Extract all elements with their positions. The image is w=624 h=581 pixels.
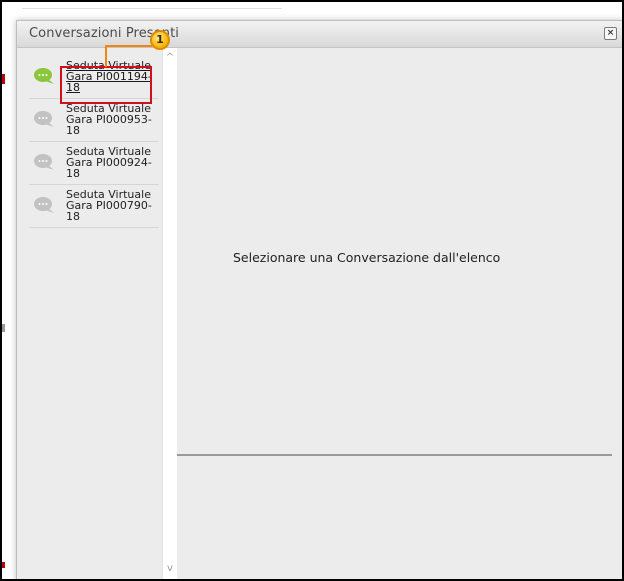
close-button[interactable]: ×: [604, 27, 617, 40]
dialog-titlebar: Conversazioni Presenti ×: [17, 21, 622, 48]
conversation-item-label[interactable]: Seduta Virtuale Gara PI000790-18: [66, 189, 152, 222]
highlight-box: [60, 66, 152, 104]
screenshot-frame: Conversazioni Presenti × Seduta Virtuale…: [0, 0, 624, 581]
conversation-item-label[interactable]: Seduta Virtuale Gara PI000924-18: [66, 146, 152, 179]
content-divider: [177, 454, 612, 456]
scroll-up-arrow[interactable]: ^: [163, 52, 177, 66]
list-scrollbar[interactable]: ^ v: [162, 48, 177, 579]
conversation-content: Selezionare una Conversazione dall'elenc…: [177, 48, 622, 579]
background-mark: [2, 324, 5, 332]
conversation-item-label[interactable]: Seduta Virtuale Gara PI000953-18: [66, 103, 152, 136]
callout-connector: [105, 45, 152, 47]
conversation-list: Seduta Virtuale Gara PI001194-18 Seduta …: [17, 48, 161, 579]
background-mark: [2, 74, 5, 84]
chat-icon: [34, 68, 54, 84]
scroll-down-arrow[interactable]: v: [163, 563, 177, 577]
conversation-item[interactable]: Seduta Virtuale Gara PI000924-18: [29, 142, 159, 185]
chat-icon: [34, 154, 54, 170]
conversations-dialog: Conversazioni Presenti × Seduta Virtuale…: [16, 20, 622, 579]
chat-icon: [34, 197, 54, 213]
empty-state-message: Selezionare una Conversazione dall'elenc…: [233, 250, 501, 265]
callout-connector: [105, 45, 107, 67]
chat-icon: [34, 111, 54, 127]
callout-number-badge: 1: [150, 30, 170, 50]
conversation-item[interactable]: Seduta Virtuale Gara PI000953-18: [29, 99, 159, 142]
conversation-item[interactable]: Seduta Virtuale Gara PI000790-18: [29, 185, 159, 228]
background-mark: [2, 562, 5, 568]
background-rule: [22, 8, 282, 9]
